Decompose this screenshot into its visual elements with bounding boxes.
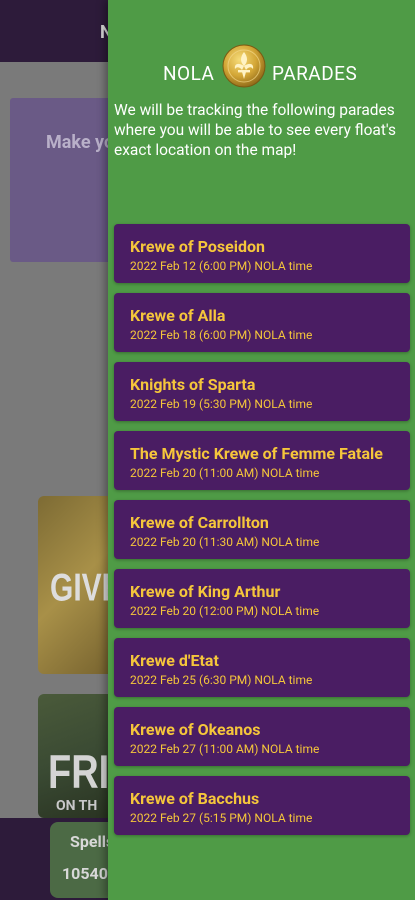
parade-item-alla[interactable]: Krewe of Alla 2022 Feb 18 (6:00 PM) NOLA… [114, 293, 410, 352]
parade-date: 2022 Feb 18 (6:00 PM) NOLA time [130, 328, 313, 342]
drawer-header: NOLA PARADES [108, 42, 415, 98]
parade-date: 2022 Feb 20 (11:00 AM) NOLA time [130, 466, 320, 480]
parade-date: 2022 Feb 20 (12:00 PM) NOLA time [130, 604, 320, 618]
parade-item-detat[interactable]: Krewe d'Etat 2022 Feb 25 (6:30 PM) NOLA … [114, 638, 410, 697]
parade-name: The Mystic Krewe of Femme Fatale [130, 444, 383, 463]
parade-item-okeanos[interactable]: Krewe of Okeanos 2022 Feb 27 (11:00 AM) … [114, 707, 410, 766]
brand-nola: NOLA [163, 62, 215, 85]
parade-name: Krewe of Okeanos [130, 720, 261, 739]
parade-list: Krewe of Poseidon 2022 Feb 12 (6:00 PM) … [114, 224, 410, 845]
friday-promo-subtext: ON TH [56, 798, 98, 814]
parade-date: 2022 Feb 19 (5:30 PM) NOLA time [130, 397, 313, 411]
gold-fleur-de-lis-coin-icon [222, 44, 266, 88]
parade-item-sparta[interactable]: Knights of Sparta 2022 Feb 19 (5:30 PM) … [114, 362, 410, 421]
parade-item-femme-fatale[interactable]: The Mystic Krewe of Femme Fatale 2022 Fe… [114, 431, 410, 490]
parade-name: Knights of Sparta [130, 375, 256, 394]
parade-item-carrollton[interactable]: Krewe of Carrollton 2022 Feb 20 (11:30 A… [114, 500, 410, 559]
parade-name: Krewe of King Arthur [130, 582, 281, 601]
friday-promo-text: FRI [48, 746, 110, 800]
parade-item-poseidon[interactable]: Krewe of Poseidon 2022 Feb 12 (6:00 PM) … [114, 224, 410, 283]
parade-name: Krewe of Carrollton [130, 513, 269, 532]
parade-name: Krewe d'Etat [130, 651, 219, 670]
parade-date: 2022 Feb 25 (6:30 PM) NOLA time [130, 673, 313, 687]
drawer-intro-text: We will be tracking the following parade… [114, 101, 397, 159]
parade-name: Krewe of Alla [130, 306, 226, 325]
parade-item-bacchus[interactable]: Krewe of Bacchus 2022 Feb 27 (5:15 PM) N… [114, 776, 410, 835]
brand-parades: PARADES [272, 62, 358, 85]
parade-date: 2022 Feb 20 (11:30 AM) NOLA time [130, 535, 320, 549]
app-info-card-text: Make yo [46, 132, 115, 153]
parades-drawer: NOLA PARADES We will be tracking the fol… [108, 0, 415, 900]
parade-name: Krewe of Poseidon [130, 237, 265, 256]
parade-name: Krewe of Bacchus [130, 789, 260, 808]
parade-date: 2022 Feb 27 (5:15 PM) NOLA time [130, 811, 313, 825]
parade-date: 2022 Feb 12 (6:00 PM) NOLA time [130, 259, 313, 273]
parade-item-king-arthur[interactable]: Krewe of King Arthur 2022 Feb 20 (12:00 … [114, 569, 410, 628]
parade-date: 2022 Feb 27 (11:00 AM) NOLA time [130, 742, 320, 756]
